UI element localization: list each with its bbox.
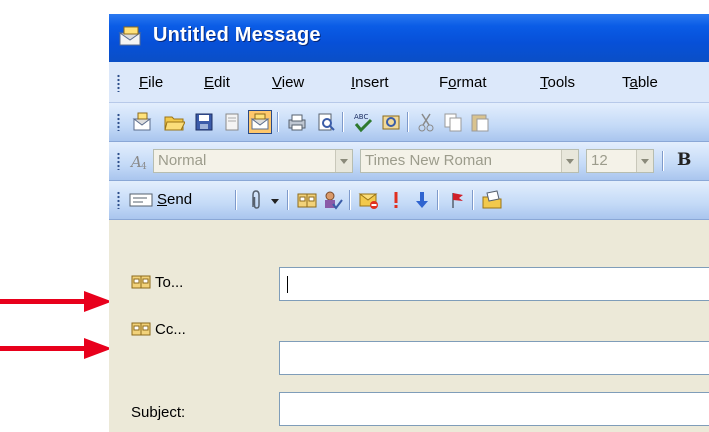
annotation-arrow-cc [0, 338, 112, 359]
text-caret [287, 276, 288, 293]
to-field[interactable] [279, 267, 709, 301]
to-button[interactable]: To... [129, 271, 249, 297]
toolbar-separator [437, 190, 439, 210]
toolbar-separator [287, 190, 289, 210]
envelope-app-icon [118, 26, 142, 46]
font-size-value: 12 [591, 152, 608, 169]
address-book-icon [131, 322, 151, 336]
formatting-toolbar: A 4 Normal Times New Roman 12 B [109, 142, 709, 181]
toolbar-grip[interactable] [117, 191, 120, 209]
toolbar-grip[interactable] [117, 152, 120, 170]
send-label: Send [157, 191, 193, 208]
toolbar-separator [342, 112, 344, 132]
menu-file[interactable]: File [139, 74, 163, 91]
subject-field[interactable] [279, 392, 709, 426]
save-icon[interactable] [193, 111, 215, 133]
style-select[interactable]: Normal [153, 149, 353, 173]
options-envelope-icon[interactable] [358, 189, 380, 211]
envelope-options-icon[interactable] [248, 110, 272, 134]
menu-edit[interactable]: Edit [204, 74, 230, 91]
permission-icon[interactable] [221, 111, 243, 133]
toolbar-grip[interactable] [117, 113, 120, 131]
copy-icon[interactable] [442, 111, 464, 133]
spelling-icon[interactable]: ABC [352, 111, 374, 133]
toolbar-separator [472, 190, 474, 210]
menu-tools[interactable]: Tools [540, 74, 575, 91]
styles-formatting-icon[interactable]: A 4 [129, 150, 151, 172]
send-icon [129, 193, 153, 207]
svg-text:4: 4 [141, 162, 147, 172]
follow-up-flag-icon[interactable] [446, 189, 468, 211]
options-folder-icon[interactable] [481, 189, 503, 211]
print-icon[interactable] [286, 111, 308, 133]
cc-button[interactable]: Cc... [129, 318, 249, 344]
menu-insert[interactable]: Insert [351, 74, 389, 91]
to-label: To... [155, 274, 184, 291]
attach-dropdown-icon[interactable] [269, 189, 281, 211]
cut-icon[interactable] [415, 111, 437, 133]
subject-label: Subject: [131, 404, 186, 421]
print-preview-icon[interactable] [315, 111, 337, 133]
title-bar[interactable]: Untitled Message [109, 14, 709, 62]
toolbar-separator [662, 151, 664, 171]
address-book-icon[interactable] [296, 189, 318, 211]
toolbar-separator [277, 112, 279, 132]
importance-high-icon[interactable] [385, 189, 407, 211]
research-icon[interactable] [380, 111, 402, 133]
font-size-select[interactable]: 12 [586, 149, 654, 173]
toolbar-separator [349, 190, 351, 210]
svg-text:ABC: ABC [354, 113, 368, 121]
address-fields: To... Cc... Subject: [109, 257, 709, 432]
message-window: Untitled Message File Edit View Insert F… [109, 14, 709, 432]
new-message-icon[interactable] [131, 111, 153, 133]
importance-low-icon[interactable] [411, 189, 433, 211]
annotation-arrow-to [0, 291, 112, 312]
paperclip-icon[interactable] [245, 189, 267, 211]
menubar-grip[interactable] [117, 74, 120, 92]
check-names-icon[interactable] [322, 189, 344, 211]
bold-button[interactable]: B [677, 150, 691, 170]
standard-toolbar: ABC [109, 103, 709, 142]
send-button[interactable]: Send [129, 187, 227, 213]
cc-label: Cc... [155, 321, 186, 338]
open-folder-icon[interactable] [163, 111, 185, 133]
toolbar-separator [407, 112, 409, 132]
window-title: Untitled Message [153, 24, 321, 46]
paste-icon[interactable] [469, 111, 491, 133]
chevron-down-icon [561, 150, 578, 172]
font-select[interactable]: Times New Roman [360, 149, 579, 173]
toolbar-separator [235, 190, 237, 210]
menu-format[interactable]: Format [439, 74, 487, 91]
menu-table[interactable]: Table [622, 74, 658, 91]
address-book-icon [131, 275, 151, 289]
font-select-value: Times New Roman [365, 152, 492, 169]
chevron-down-icon [335, 150, 352, 172]
menu-bar: File Edit View Insert Format Tools Table [109, 62, 709, 103]
send-toolbar: Send [109, 181, 709, 220]
style-select-value: Normal [158, 152, 207, 169]
chevron-down-icon [636, 150, 653, 172]
cc-field[interactable] [279, 341, 709, 375]
menu-view[interactable]: View [272, 74, 304, 91]
